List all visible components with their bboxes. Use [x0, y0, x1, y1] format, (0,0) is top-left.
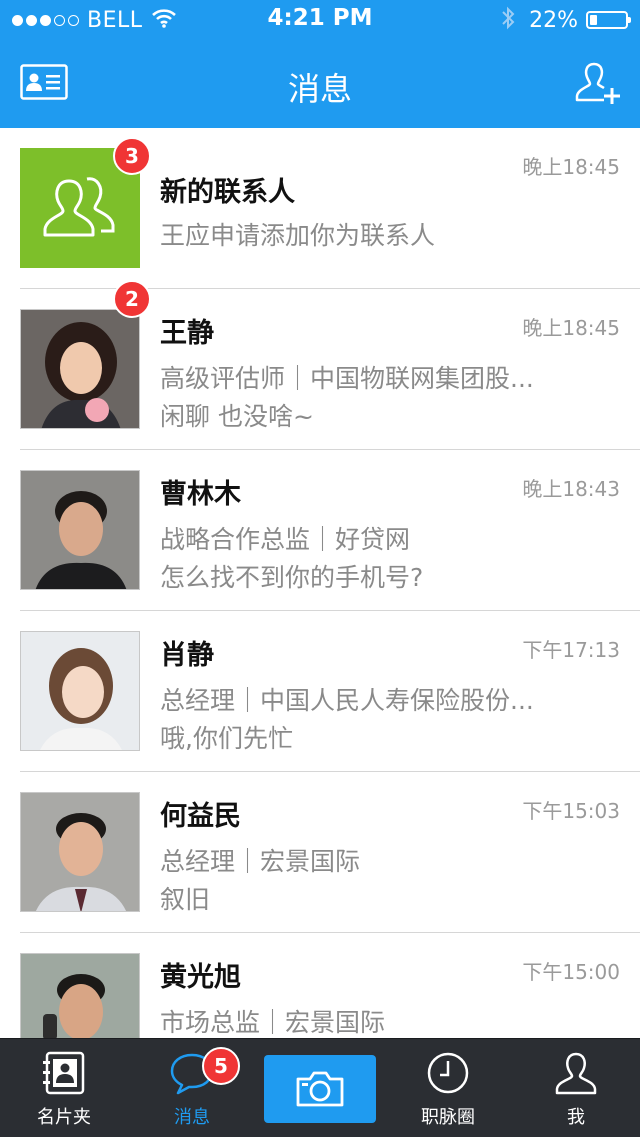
status-bar: BELL 4:21 PM 22%	[0, 0, 640, 40]
contact-title: 总经理｜中国人民人寿保险股份...	[160, 686, 534, 715]
nav-bar: 消息	[0, 40, 640, 128]
tab-cardholder[interactable]: 名片夹	[0, 1039, 128, 1137]
message-time: 晚上18:45	[522, 316, 620, 340]
messages-unread-badge: 5	[202, 1047, 240, 1085]
person-icon	[555, 1052, 597, 1095]
tab-label: 职脉圈	[421, 1107, 475, 1128]
contact-name: 肖静	[160, 640, 214, 671]
avatar	[20, 631, 140, 751]
address-book-icon	[43, 1051, 85, 1095]
tab-bar: 名片夹 消息 5 职脉圈 我	[0, 1038, 640, 1137]
contact-name: 黄光旭	[160, 962, 241, 993]
unread-badge: 2	[113, 280, 151, 318]
message-time: 下午17:13	[522, 638, 620, 662]
message-list[interactable]: 3 新的联系人 晚上18:45 王应申请添加你为联系人 2 王静 晚上18:45…	[0, 128, 640, 1038]
tab-label: 消息	[174, 1107, 210, 1128]
bluetooth-icon	[501, 6, 515, 34]
contact-name: 曹林木	[160, 479, 241, 510]
tab-messages[interactable]: 消息	[128, 1039, 256, 1137]
clock-icon	[427, 1052, 469, 1094]
message-row[interactable]: 曹林木 晚上18:43 战略合作总监｜好贷网 怎么找不到你的手机号?	[0, 450, 640, 611]
avatar	[20, 470, 140, 590]
contact-title: 高级评估师｜中国物联网集团股...	[160, 364, 534, 393]
message-row[interactable]: 何益民 下午15:03 总经理｜宏景国际 叙旧	[0, 772, 640, 933]
tab-me[interactable]: 我	[512, 1039, 640, 1137]
avatar	[20, 309, 140, 429]
message-preview: 哦,你们先忙	[160, 724, 293, 753]
camera-icon	[296, 1071, 344, 1107]
message-preview: 王应申请添加你为联系人	[160, 221, 436, 250]
add-contact-icon	[575, 62, 620, 104]
status-right: 22%	[501, 6, 631, 34]
avatar	[20, 953, 140, 1038]
contact-title: 总经理｜宏景国际	[160, 847, 361, 876]
contact-name: 何益民	[160, 801, 241, 832]
tab-label: 名片夹	[37, 1107, 91, 1128]
message-row[interactable]: 2 王静 晚上18:45 高级评估师｜中国物联网集团股... 闲聊 也没啥~	[0, 280, 640, 450]
contact-title: 市场总监｜宏景国际	[160, 1008, 386, 1037]
tab-label: 我	[567, 1107, 585, 1128]
unread-badge: 3	[113, 137, 151, 175]
message-preview: 怎么找不到你的手机号?	[160, 563, 424, 592]
tab-career-circle[interactable]: 职脉圈	[384, 1039, 512, 1137]
message-time: 下午15:00	[522, 960, 620, 984]
message-time: 晚上18:43	[522, 477, 620, 501]
message-row[interactable]: 肖静 下午17:13 总经理｜中国人民人寿保险股份... 哦,你们先忙	[0, 611, 640, 772]
contact-title: 战略合作总监｜好贷网	[160, 525, 411, 554]
page-title: 消息	[287, 70, 352, 108]
camera-button[interactable]	[264, 1055, 376, 1123]
message-time: 晚上18:45	[522, 155, 620, 179]
battery-icon	[586, 11, 631, 29]
message-time: 下午15:03	[522, 799, 620, 823]
message-preview: 闲聊 也没啥~	[160, 402, 314, 431]
message-preview: 叙旧	[160, 885, 211, 914]
battery-percent: 22%	[529, 7, 578, 33]
add-contact-button[interactable]	[574, 58, 622, 106]
contact-name: 新的联系人	[160, 177, 295, 208]
contact-name: 王静	[160, 318, 214, 349]
message-row[interactable]: 黄光旭 下午15:00 市场总监｜宏景国际	[0, 933, 640, 1038]
avatar	[20, 792, 140, 912]
battery-level	[590, 15, 597, 25]
message-row-new-contacts[interactable]: 3 新的联系人 晚上18:45 王应申请添加你为联系人	[0, 128, 640, 289]
